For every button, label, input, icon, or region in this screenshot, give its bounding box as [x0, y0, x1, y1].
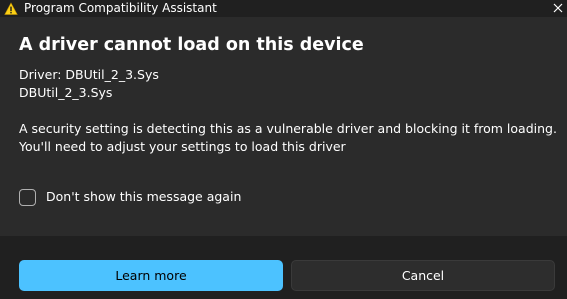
window-title: Program Compatibility Assistant	[24, 1, 217, 15]
dialog-footer: Learn more Cancel	[0, 236, 567, 299]
dialog-window: Program Compatibility Assistant A driver…	[0, 0, 567, 299]
dialog-message: A security setting is detecting this as …	[19, 120, 559, 156]
dialog-heading: A driver cannot load on this device	[19, 35, 364, 55]
warning-icon	[4, 1, 18, 15]
message-line-1: A security setting is detecting this as …	[19, 121, 557, 136]
close-icon[interactable]	[551, 1, 565, 15]
dont-show-again-label[interactable]: Don't show this message again	[46, 188, 241, 206]
learn-more-button[interactable]: Learn more	[19, 260, 283, 291]
driver-file-name: DBUtil_2_3.Sys	[19, 85, 113, 100]
message-line-2: You'll need to adjust your settings to l…	[19, 139, 346, 154]
dont-show-again-row[interactable]: Don't show this message again	[19, 188, 241, 206]
cancel-button[interactable]: Cancel	[291, 260, 555, 291]
driver-label: Driver: DBUtil_2_3.Sys	[19, 67, 159, 82]
dont-show-again-checkbox[interactable]	[19, 188, 36, 206]
title-bar: Program Compatibility Assistant	[0, 0, 567, 17]
